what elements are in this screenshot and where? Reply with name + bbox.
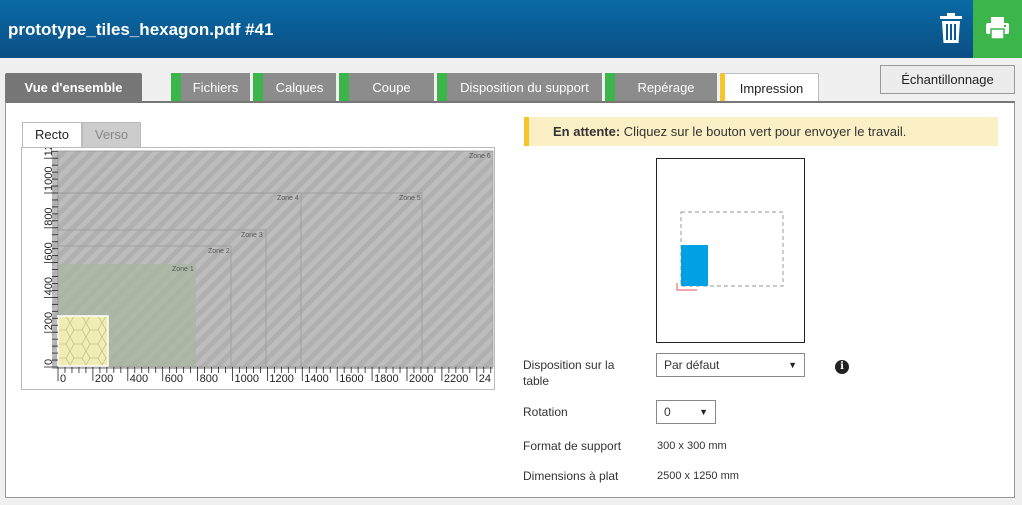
x-tick-label: 0 [60, 373, 66, 385]
layout-select-value: Par défaut [664, 358, 720, 372]
flat-dims-value: 2500 x 1250 mm [657, 470, 739, 482]
y-tick-label: 0 [43, 359, 55, 365]
x-tick-label: 600 [165, 373, 183, 385]
layout-label: Disposition sur la table [523, 358, 615, 388]
job-tile[interactable] [57, 315, 109, 367]
status-banner: En attente: Cliquez sur le bouton vert p… [524, 117, 998, 146]
media-format-label: Format de support [523, 439, 622, 453]
y-tick-label: 1000 [43, 167, 55, 191]
media-format-value: 300 x 300 mm [657, 440, 727, 452]
tab-impression[interactable]: Impression [720, 73, 819, 103]
tab-calques[interactable]: Calques [253, 73, 336, 102]
table-preview-canvas: Zone 1 Zone 2 Zone 3 Zone 4 Zone 5 Zone … [43, 148, 494, 385]
zone-4-label: Zone 4 [277, 195, 299, 202]
sampling-button[interactable]: Échantillonnage [880, 65, 1015, 94]
tab-coupe[interactable]: Coupe [339, 73, 434, 102]
y-tick-label: 1200 [43, 148, 55, 156]
status-label: En attente: [553, 124, 621, 139]
table-preview: Zone 1 Zone 2 Zone 3 Zone 4 Zone 5 Zone … [21, 147, 495, 390]
tab-recto[interactable]: Recto [22, 122, 82, 149]
info-icon[interactable]: i [835, 360, 849, 374]
chevron-down-icon: ▼ [788, 360, 797, 370]
y-tick-label: 400 [43, 277, 55, 295]
rotation-label: Rotation [523, 405, 568, 419]
x-tick-label: 2200 [444, 373, 468, 385]
printer-icon [986, 17, 1009, 40]
x-tick-label: 1800 [374, 373, 398, 385]
x-tick-label: 24 [479, 373, 491, 385]
tab-verso[interactable]: Verso [82, 122, 141, 148]
chevron-down-icon: ▼ [699, 407, 708, 417]
x-tick-label: 1400 [304, 373, 328, 385]
tab-vue-ensemble[interactable]: Vue d'ensemble [5, 73, 142, 102]
rotation-select[interactable]: 0 ▼ [656, 400, 716, 424]
trash-icon[interactable] [936, 12, 966, 46]
app-header: prototype_tiles_hexagon.pdf #41 [0, 0, 1022, 58]
x-tick-label: 400 [130, 373, 148, 385]
zone-5-label: Zone 5 [399, 195, 421, 202]
x-ruler: 0 200 400 600 800 1000 1200 1400 1600 1800 2000 220… [57, 367, 492, 385]
x-tick-label: 1000 [235, 373, 259, 385]
y-tick-label: 800 [43, 207, 55, 225]
flat-dims-label: Dimensions à plat [523, 469, 619, 483]
media-preview [656, 158, 805, 343]
zone-2-label: Zone 2 [208, 248, 230, 255]
layout-select[interactable]: Par défaut ▼ [656, 353, 805, 377]
zone-1-label: Zone 1 [172, 266, 194, 273]
zone-6-label: Zone 6 [469, 153, 491, 160]
y-tick-label: 200 [43, 312, 55, 330]
print-button[interactable] [973, 0, 1022, 58]
y-tick-label: 600 [43, 242, 55, 260]
job-placement [681, 245, 708, 286]
tab-reperage[interactable]: Repérage [605, 73, 717, 102]
x-tick-label: 200 [95, 373, 113, 385]
status-message: Cliquez sur le bouton vert pour envoyer … [623, 124, 907, 139]
tab-disposition-support[interactable]: Disposition du support [437, 73, 602, 102]
x-tick-label: 1600 [339, 373, 363, 385]
x-tick-label: 2000 [409, 373, 433, 385]
x-tick-label: 800 [200, 373, 218, 385]
tab-fichiers[interactable]: Fichiers [171, 73, 250, 102]
x-tick-label: 1200 [269, 373, 293, 385]
rotation-select-value: 0 [664, 405, 671, 419]
zone-3-label: Zone 3 [241, 232, 263, 239]
document-title: prototype_tiles_hexagon.pdf #41 [8, 20, 274, 39]
